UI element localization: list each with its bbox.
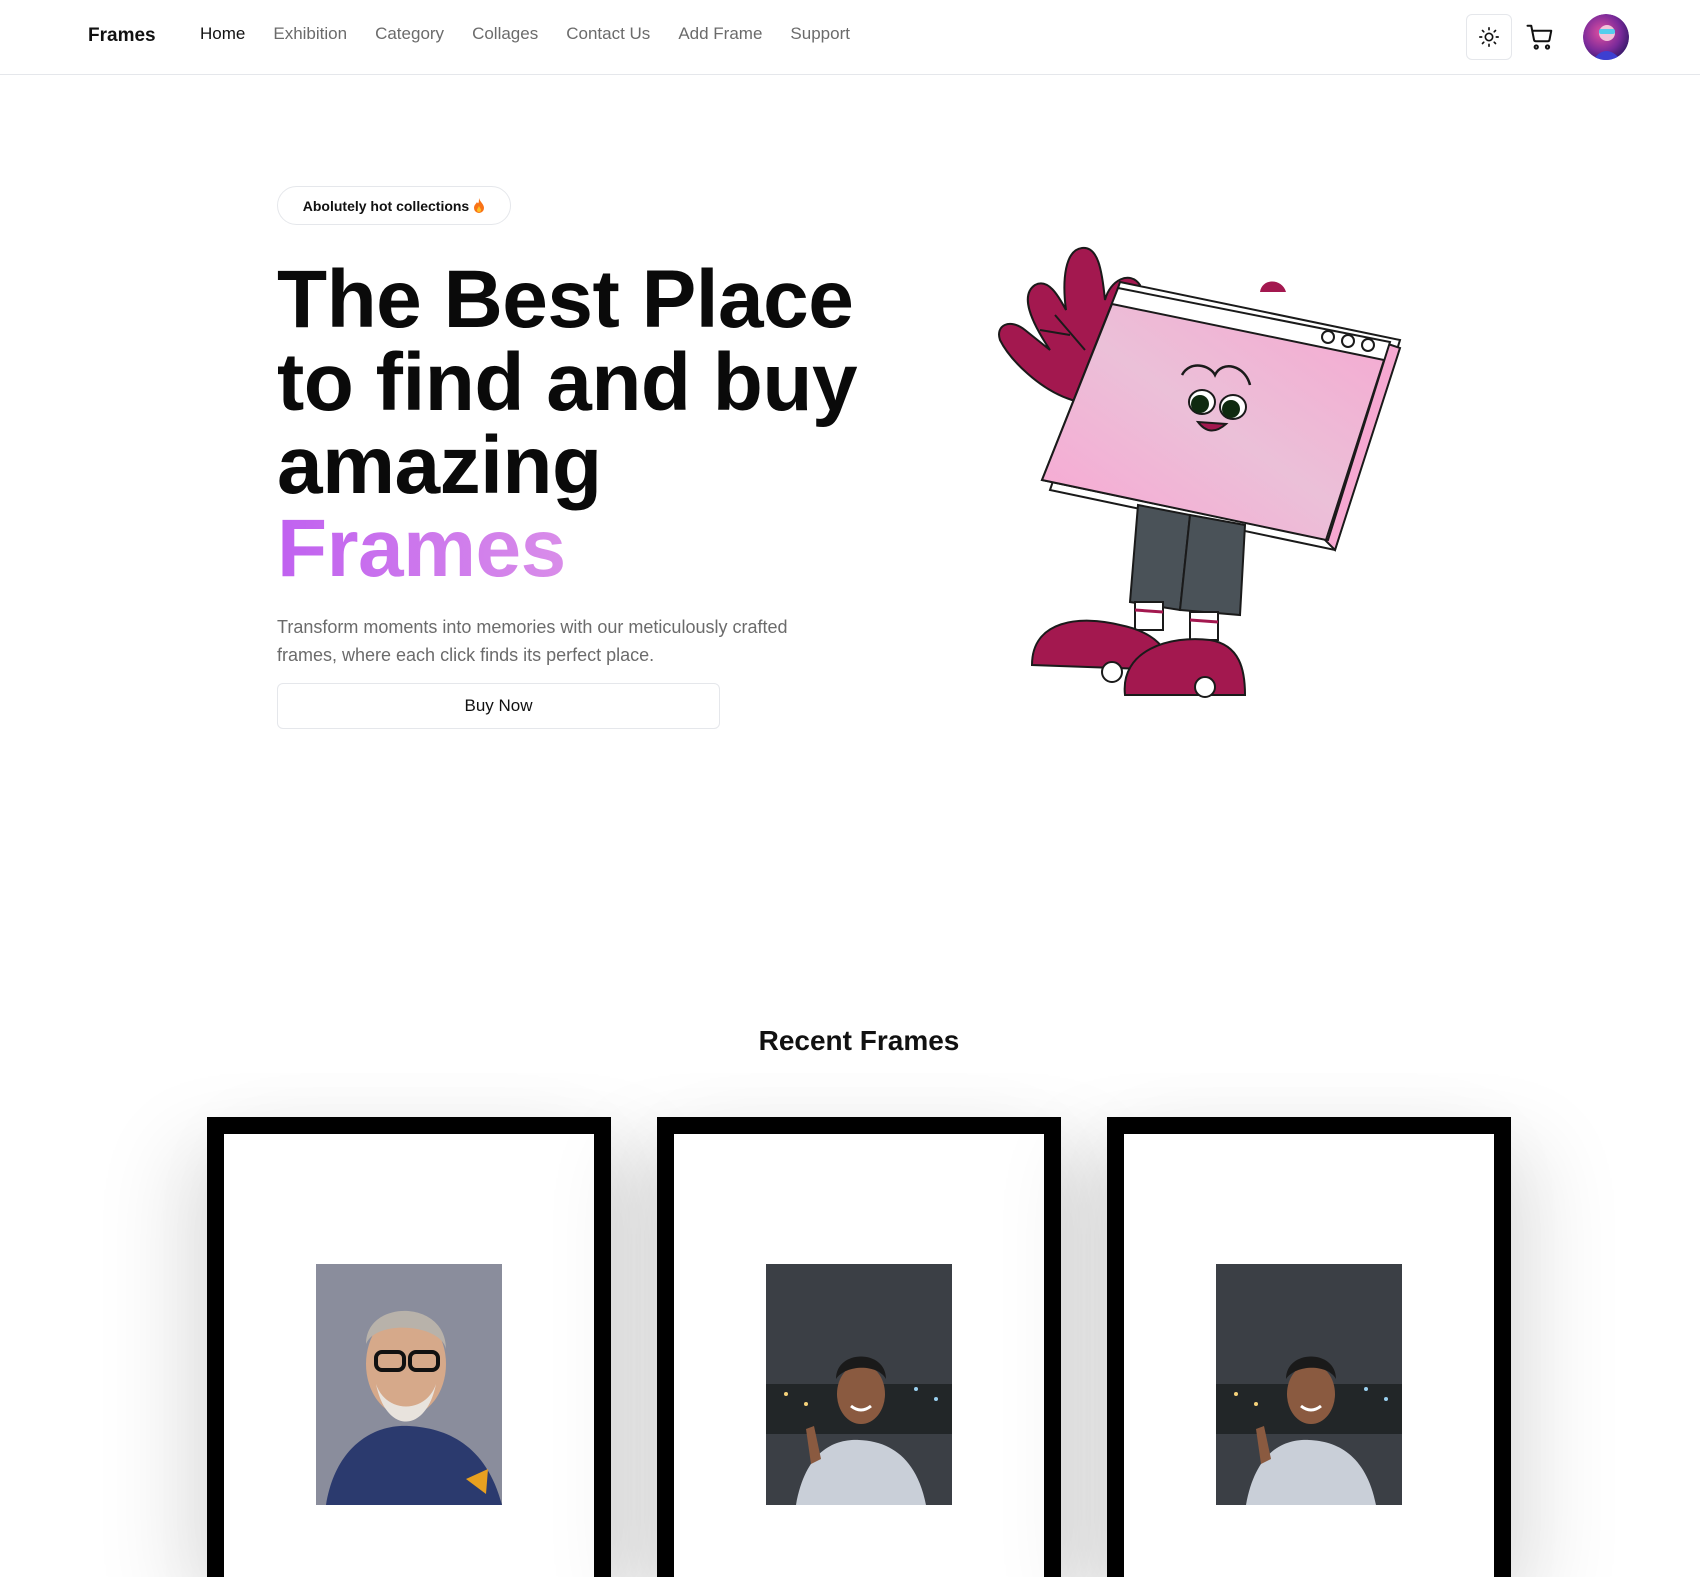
hero-title-highlight: Frames xyxy=(277,507,917,590)
nav-support[interactable]: Support xyxy=(790,24,850,44)
hot-collections-badge[interactable]: Abolutely hot collections xyxy=(277,186,511,225)
frame-photo xyxy=(316,1264,502,1505)
frame-card[interactable] xyxy=(657,1117,1061,1577)
recent-frames-title: Recent Frames xyxy=(758,1025,960,1056)
nav-exhibition[interactable]: Exhibition xyxy=(273,24,347,44)
cart-icon xyxy=(1526,24,1553,50)
user-avatar[interactable] xyxy=(1583,14,1629,60)
nav-category[interactable]: Category xyxy=(375,24,444,44)
brand-logo[interactable]: Frames xyxy=(88,25,156,47)
hero-title-line-2: to find and buy xyxy=(277,337,858,428)
frames-row xyxy=(207,1117,1511,1577)
hero-title-line-3: amazing xyxy=(277,420,602,511)
flame-icon xyxy=(474,197,485,213)
frame-photo xyxy=(766,1264,952,1505)
theme-toggle-button[interactable] xyxy=(1466,14,1512,60)
buy-now-button[interactable]: Buy Now xyxy=(277,683,720,729)
hero-title-line-1: The Best Place xyxy=(277,254,854,345)
frame-card[interactable] xyxy=(207,1117,611,1577)
frame-card[interactable] xyxy=(1107,1117,1511,1577)
nav-collages[interactable]: Collages xyxy=(472,24,538,44)
nav-home[interactable]: Home xyxy=(200,24,245,44)
hero-title: The Best Place to find and buy amazing F… xyxy=(277,258,917,590)
nav-contact-us[interactable]: Contact Us xyxy=(566,24,650,44)
hero-description: Transform moments into memories with our… xyxy=(277,617,788,665)
nav-add-frame[interactable]: Add Frame xyxy=(678,24,762,44)
navbar: Frames Home Exhibition Category Collages… xyxy=(0,0,1700,75)
badge-label: Abolutely hot collections xyxy=(302,197,470,214)
sun-icon xyxy=(1479,27,1499,47)
frame-mascot-illustration xyxy=(998,246,1402,698)
main-nav: Home Exhibition Category Collages Contac… xyxy=(200,24,850,44)
frame-photo xyxy=(1216,1264,1402,1505)
cart-button[interactable] xyxy=(1523,20,1557,54)
